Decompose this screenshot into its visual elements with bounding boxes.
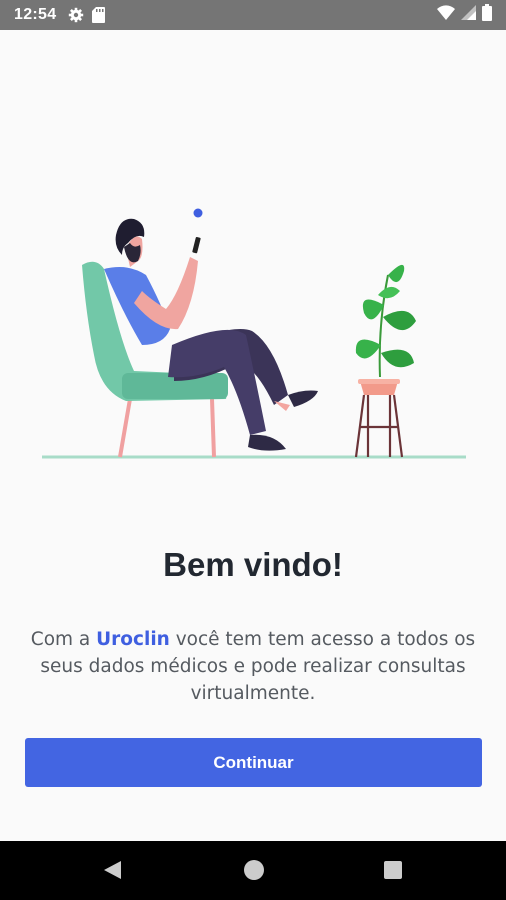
status-right-group xyxy=(437,4,492,26)
status-bar: 12:54 xyxy=(0,0,506,30)
cell-signal-icon xyxy=(461,5,476,25)
recents-icon[interactable] xyxy=(381,858,405,887)
home-icon[interactable] xyxy=(242,858,266,887)
plant-icon xyxy=(354,264,416,458)
navigation-bar xyxy=(0,841,506,900)
continue-button[interactable]: Continuar xyxy=(25,738,482,787)
welcome-illustration xyxy=(42,208,466,459)
gear-icon xyxy=(68,7,84,23)
sd-card-icon xyxy=(92,7,106,23)
status-time: 12:54 xyxy=(14,6,57,23)
page-title: Bem vindo! xyxy=(163,546,343,583)
welcome-description: Com a Uroclin você tem tem acesso a todo… xyxy=(28,626,478,707)
brand-name: Uroclin xyxy=(96,629,170,650)
wifi-icon xyxy=(437,5,455,25)
back-icon[interactable] xyxy=(100,858,124,887)
description-prefix: Com a xyxy=(30,629,97,650)
battery-icon xyxy=(482,4,492,26)
